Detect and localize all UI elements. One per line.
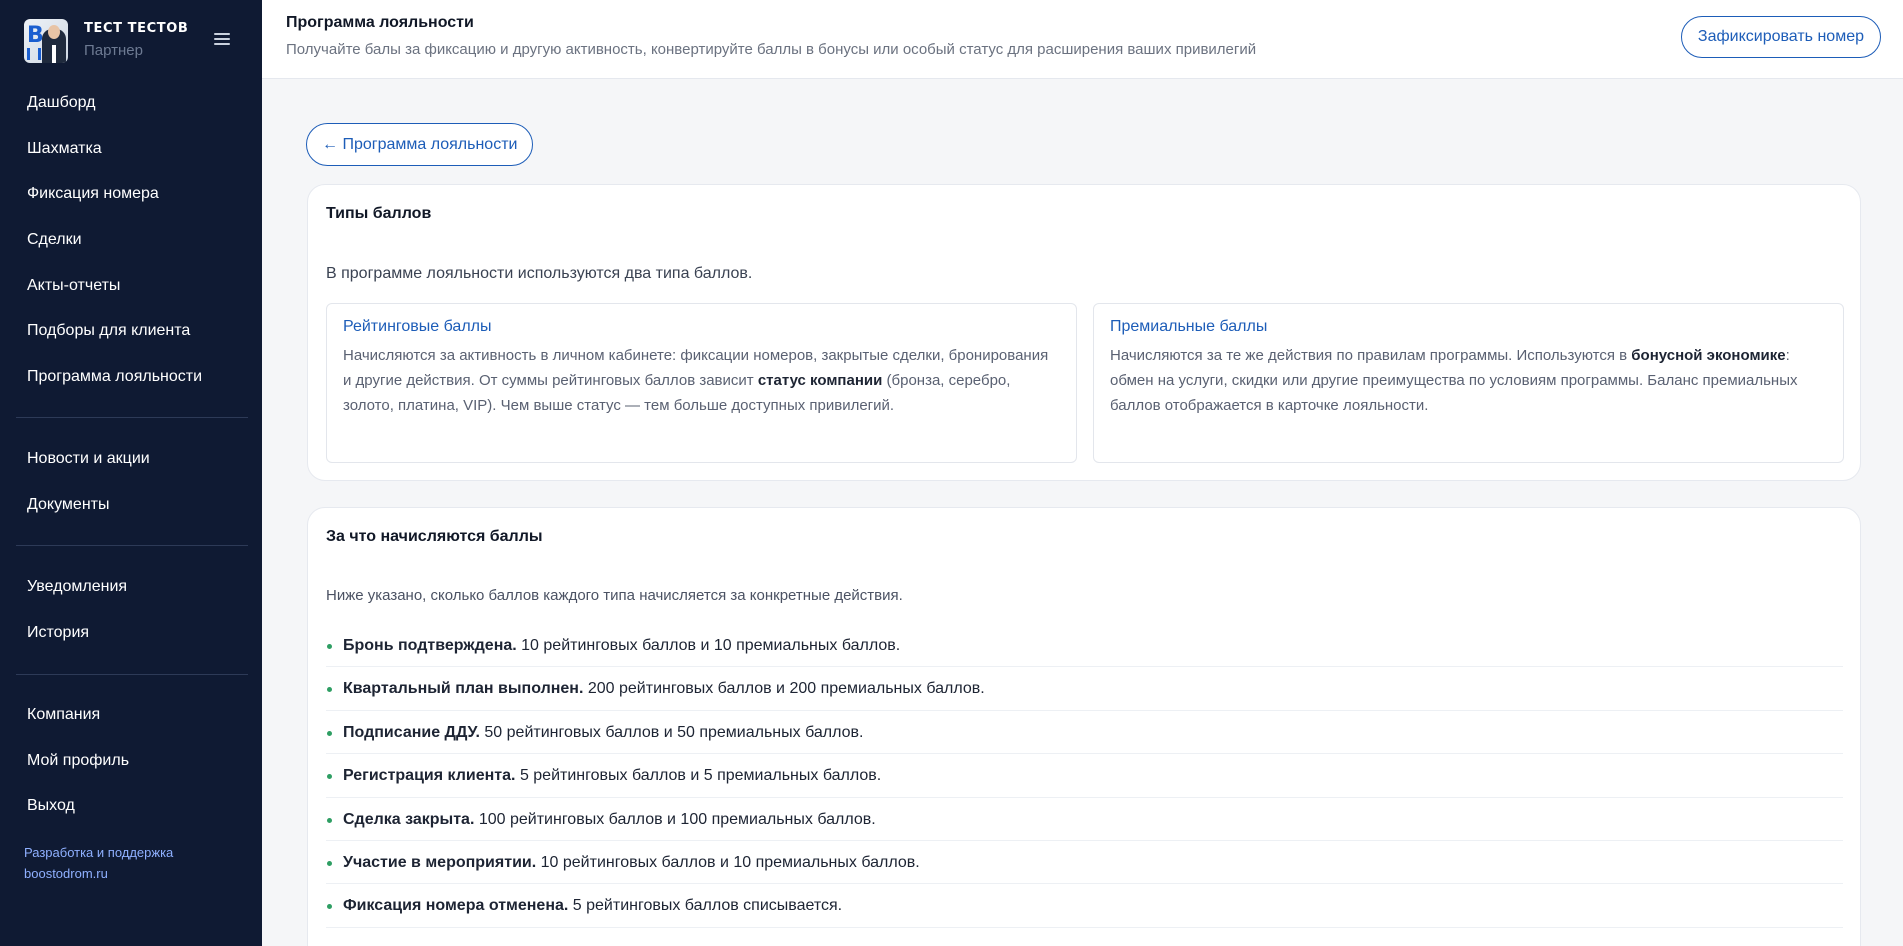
- credit-link[interactable]: boostodrom.ru: [24, 863, 173, 884]
- sidebar-item-chessboard[interactable]: Шахматка: [0, 126, 262, 172]
- nav-account: Компания Мой профиль Выход: [0, 692, 262, 829]
- menu-toggle-icon[interactable]: [214, 33, 230, 45]
- credit-text[interactable]: Разработка и поддержка: [24, 842, 173, 863]
- sidebar-item-deals[interactable]: Сделки: [0, 217, 262, 263]
- fix-number-button[interactable]: Зафиксировать номер: [1680, 16, 1881, 58]
- list-item: Сделка закрыта. 100 рейтинговых баллов и…: [326, 798, 1843, 841]
- user-name: ТЕСТ ТЕСТОВ: [84, 21, 189, 36]
- nav-info: Новости и акции Документы: [0, 436, 262, 527]
- sidebar-item-news[interactable]: Новости и акции: [0, 436, 262, 482]
- card-description: В программе лояльности используются два …: [326, 265, 753, 282]
- page-subtitle: Получайте балы за фиксацию и другую акти…: [286, 41, 1257, 58]
- sidebar-item-notifications[interactable]: Уведомления: [0, 564, 262, 610]
- premium-points-box: Премиальные баллы Начисляются за те же д…: [1093, 303, 1844, 463]
- rules-list: Бронь подтверждена. 10 рейтинговых балло…: [326, 624, 1843, 928]
- card-title: За что начисляются баллы: [326, 528, 543, 545]
- list-item: Регистрация клиента. 5 рейтинговых балло…: [326, 754, 1843, 798]
- sidebar-item-logout[interactable]: Выход: [0, 783, 262, 829]
- user-role: Партнер: [84, 42, 143, 59]
- rating-points-text: Начисляются за активность в личном кабин…: [343, 347, 1049, 414]
- sidebar-item-documents[interactable]: Документы: [0, 482, 262, 528]
- sidebar-item-selections[interactable]: Подборы для клиента: [0, 308, 262, 354]
- nav-main: Дашборд Шахматка Фиксация номера Сделки …: [0, 80, 262, 400]
- list-item: Подписание ДДУ. 50 рейтинговых баллов и …: [326, 711, 1843, 755]
- divider: [16, 545, 248, 546]
- rating-points-box: Рейтинговые баллы Начисляются за активно…: [326, 303, 1077, 463]
- premium-points-text: Начисляются за те же действия по правила…: [1110, 347, 1798, 414]
- nav-notify: Уведомления История: [0, 564, 262, 655]
- avatar: B: [24, 19, 68, 63]
- list-item: Участие в мероприятии. 10 рейтинговых ба…: [326, 841, 1843, 885]
- divider: [16, 674, 248, 675]
- card-description: Ниже указано, сколько баллов каждого тип…: [326, 587, 903, 604]
- rating-points-title: Рейтинговые баллы: [343, 318, 492, 335]
- earning-rules-card: За что начисляются баллы Ниже указано, с…: [307, 507, 1861, 946]
- list-item: Квартальный план выполнен. 200 рейтингов…: [326, 667, 1843, 711]
- developer-credit: Разработка и поддержка boostodrom.ru: [24, 842, 173, 884]
- back-to-loyalty-button[interactable]: ← Программа лояльности: [306, 123, 534, 166]
- sidebar-item-fixation[interactable]: Фиксация номера: [0, 171, 262, 217]
- sidebar-item-acts[interactable]: Акты-отчеты: [0, 263, 262, 309]
- sidebar-item-profile[interactable]: Мой профиль: [0, 738, 262, 784]
- divider: [16, 417, 248, 418]
- premium-points-title: Премиальные баллы: [1110, 318, 1268, 335]
- page-title: Программа лояльности: [286, 14, 474, 31]
- card-title: Типы баллов: [326, 205, 432, 222]
- user-profile[interactable]: B ТЕСТ ТЕСТОВ Партнер: [24, 19, 238, 63]
- sidebar-item-company[interactable]: Компания: [0, 692, 262, 738]
- sidebar-item-dashboard[interactable]: Дашборд: [0, 80, 262, 126]
- page-header: Программа лояльности Получайте балы за ф…: [262, 0, 1903, 79]
- point-types-card: Типы баллов В программе лояльности испол…: [307, 184, 1861, 481]
- list-item: Бронь подтверждена. 10 рейтинговых балло…: [326, 624, 1843, 668]
- list-item: Фиксация номера отменена. 5 рейтинговых …: [326, 884, 1843, 928]
- sidebar: B ТЕСТ ТЕСТОВ Партнер Дашборд Шахматка Ф…: [0, 0, 262, 946]
- sidebar-item-history[interactable]: История: [0, 610, 262, 656]
- sidebar-item-loyalty[interactable]: Программа лояльности: [0, 354, 262, 400]
